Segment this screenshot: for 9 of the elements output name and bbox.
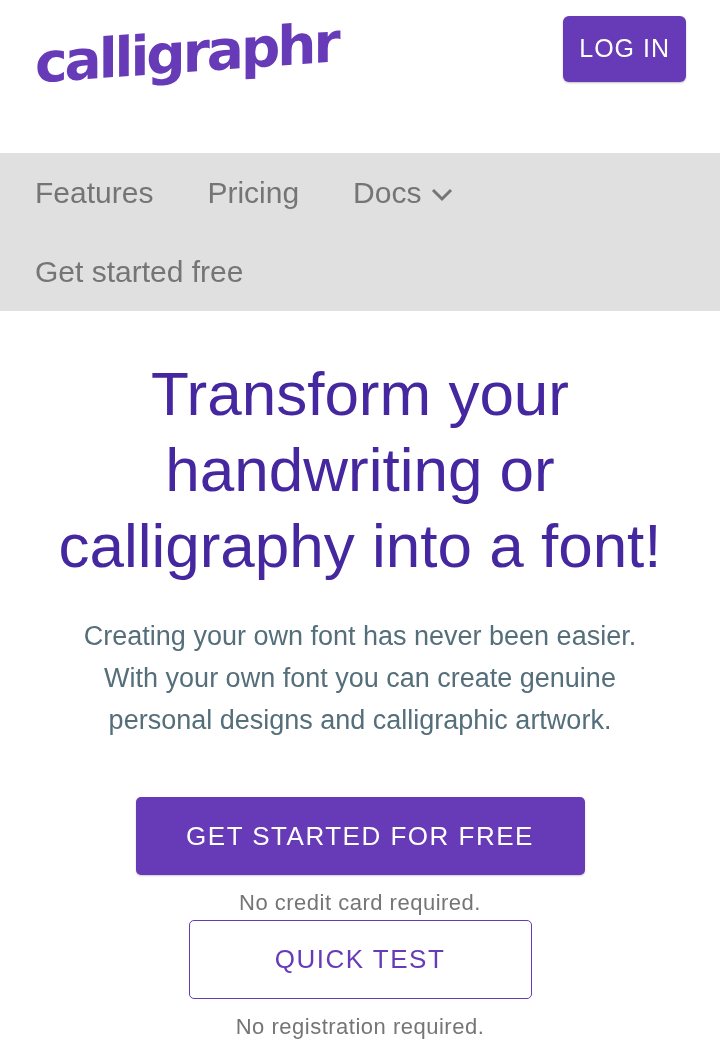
login-button[interactable]: LOG IN [563, 16, 686, 82]
hero-description: Creating your own font has never been easier. With your own font you can create genuine personal designs and calligraphic artwork. [82, 620, 638, 737]
note-text: No registration required. [235, 1014, 485, 1040]
chevron-down-icon [431, 187, 454, 202]
hero-heading: Transform your handwriting or calligraphy into a font! [57, 358, 663, 582]
brand-logo[interactable]: calligraphr [35, 15, 338, 92]
note-text: No credit card required. [239, 890, 481, 916]
get-started-button[interactable]: GET STARTED FOR FREE [135, 797, 585, 875]
quick-test-button[interactable]: QUICK TEST [188, 920, 532, 999]
